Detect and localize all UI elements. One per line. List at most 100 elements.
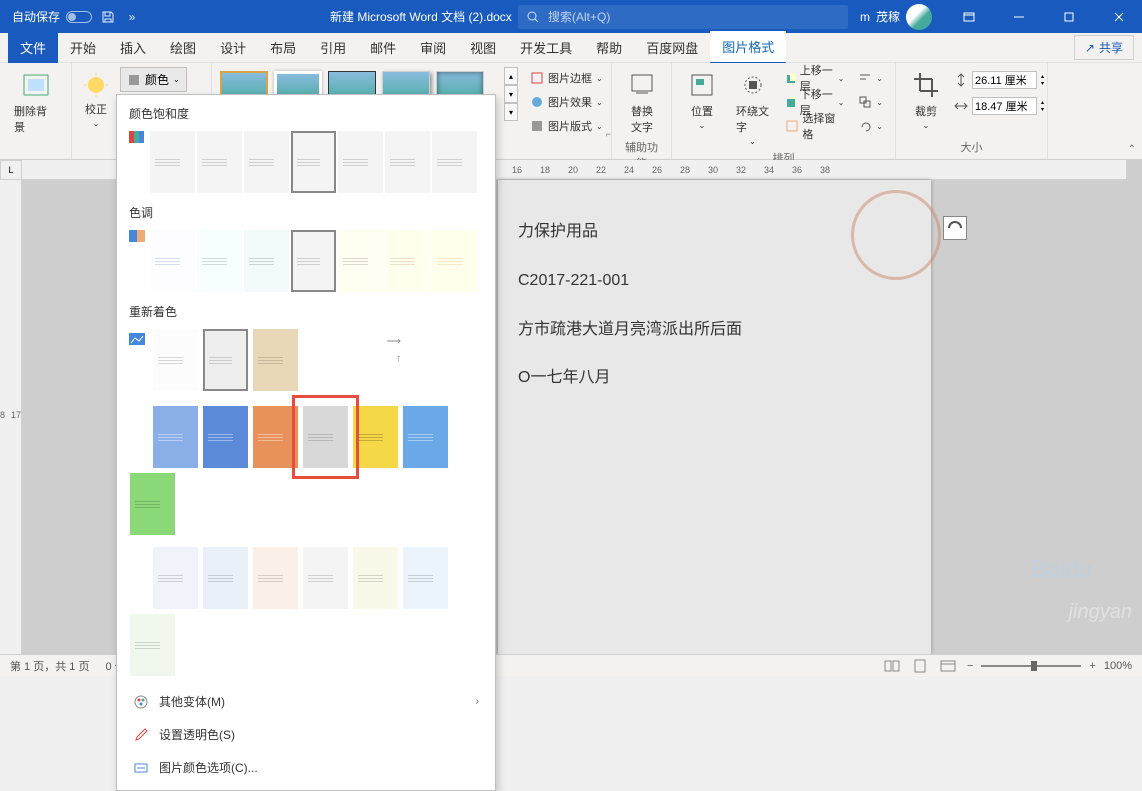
remove-background-button[interactable]: 删除背景 <box>8 67 63 137</box>
maximize-button[interactable] <box>1046 0 1092 33</box>
height-input[interactable] <box>972 71 1037 89</box>
corrections-button[interactable]: 校正 ⌄ <box>80 69 112 130</box>
recolor-option-highlighted[interactable] <box>303 406 348 468</box>
user-account[interactable]: m 茂稼 <box>850 4 942 30</box>
position-button[interactable]: 位置⌄ <box>680 67 724 132</box>
height-up[interactable]: ▴ <box>1041 73 1044 80</box>
menu-picture-format[interactable]: 图片格式 <box>710 31 786 65</box>
ruler-corner[interactable]: L <box>0 160 22 180</box>
recolor-option[interactable] <box>153 406 198 468</box>
close-button[interactable] <box>1096 0 1142 33</box>
ruler-vertical[interactable]: 171819202122232425262728293031323334 <box>0 180 22 654</box>
zoom-out-button[interactable]: − <box>967 660 973 672</box>
recolor-option[interactable] <box>130 614 175 676</box>
recolor-option[interactable] <box>353 547 398 609</box>
picture-layout-button[interactable]: 图片版式⌄ <box>526 115 607 137</box>
zoom-level[interactable]: 100% <box>1104 660 1132 672</box>
document-page[interactable]: 力保护用品 C2017-221-001 方市疏港大道月亮湾派出所后面 O一七年八… <box>498 180 931 654</box>
saturation-option[interactable] <box>385 131 430 193</box>
menu-home[interactable]: 开始 <box>58 32 108 63</box>
search-input[interactable] <box>548 10 840 24</box>
width-up[interactable]: ▴ <box>1041 99 1044 106</box>
zoom-slider[interactable] <box>981 665 1081 667</box>
recolor-option[interactable] <box>253 329 298 391</box>
view-print-layout[interactable] <box>911 658 931 674</box>
recolor-option[interactable] <box>203 406 248 468</box>
tone-option[interactable] <box>432 230 477 292</box>
tone-option-selected[interactable] <box>291 230 336 292</box>
recolor-option[interactable] <box>303 547 348 609</box>
recolor-option[interactable] <box>153 329 198 391</box>
tone-option[interactable] <box>150 230 195 292</box>
menu-developer[interactable]: 开发工具 <box>508 32 584 63</box>
recolor-option[interactable] <box>203 329 248 391</box>
transparent-color-menu-item[interactable]: 设置透明色(S) <box>117 718 495 751</box>
menu-file[interactable]: 文件 <box>8 32 58 63</box>
page-indicator[interactable]: 第 1 页，共 1 页 <box>10 658 89 674</box>
color-options-menu-item[interactable]: 图片颜色选项(C)... <box>117 751 495 784</box>
recolor-option[interactable] <box>153 547 198 609</box>
search-box[interactable] <box>518 5 848 29</box>
menu-references[interactable]: 引用 <box>308 32 358 63</box>
alt-text-button[interactable]: 替换 文字 <box>620 67 664 137</box>
gallery-scroll-down[interactable]: ▾ <box>504 85 518 103</box>
recolor-option[interactable] <box>403 406 448 468</box>
tone-option[interactable] <box>244 230 289 292</box>
menu-view[interactable]: 视图 <box>458 32 508 63</box>
recolor-option[interactable] <box>253 547 298 609</box>
saturation-option[interactable] <box>150 131 195 193</box>
menu-layout[interactable]: 布局 <box>258 32 308 63</box>
share-button[interactable]: ↗ 共享 <box>1074 35 1134 60</box>
height-down[interactable]: ▾ <box>1041 80 1044 87</box>
tone-option[interactable] <box>385 230 430 292</box>
gallery-expand[interactable]: ▾ <box>504 103 518 121</box>
width-down[interactable]: ▾ <box>1041 106 1044 113</box>
recolor-option[interactable] <box>253 406 298 468</box>
recolor-option[interactable] <box>403 547 448 609</box>
menu-help[interactable]: 帮助 <box>584 32 634 63</box>
saturation-option[interactable] <box>197 131 242 193</box>
color-dropdown-panel: 颜色饱和度 色调 重新着色 ⟶ ↑ <box>116 94 496 791</box>
autosave-toggle[interactable]: 自动保存 <box>12 8 92 25</box>
tone-option[interactable] <box>197 230 242 292</box>
color-dropdown-button[interactable]: 颜色 ⌄ <box>120 67 187 92</box>
menu-insert[interactable]: 插入 <box>108 32 158 63</box>
rotate-button[interactable]: ⌄ <box>854 115 887 137</box>
minimize-button[interactable] <box>996 0 1042 33</box>
view-read-mode[interactable] <box>883 658 903 674</box>
save-icon[interactable] <box>100 9 116 25</box>
ribbon-display-button[interactable] <box>946 0 992 33</box>
menu-review[interactable]: 审阅 <box>408 32 458 63</box>
menu-mailings[interactable]: 邮件 <box>358 32 408 63</box>
menu-baidu[interactable]: 百度网盘 <box>634 32 710 63</box>
zoom-in-button[interactable]: + <box>1089 660 1095 672</box>
picture-border-button[interactable]: 图片边框⌄ <box>526 67 607 89</box>
align-button[interactable]: ⌄ <box>854 67 887 89</box>
saturation-option[interactable] <box>338 131 383 193</box>
more-variants-menu-item[interactable]: 其他变体(M) › <box>117 685 495 718</box>
tone-option[interactable] <box>338 230 383 292</box>
more-icon[interactable]: » <box>124 9 140 25</box>
width-input[interactable] <box>972 97 1037 115</box>
picture-effects-button[interactable]: 图片效果⌄ <box>526 91 607 113</box>
menu-draw[interactable]: 绘图 <box>158 32 208 63</box>
recolor-option[interactable] <box>130 473 175 535</box>
gallery-scroll-up[interactable]: ▴ <box>504 67 518 85</box>
layout-options-icon[interactable] <box>943 216 967 240</box>
collapse-ribbon-icon[interactable]: ⌃ <box>1128 144 1136 155</box>
styles-launcher-icon[interactable]: ⌐ <box>606 129 611 139</box>
search-icon <box>526 10 540 24</box>
recolor-option[interactable] <box>353 406 398 468</box>
view-web-layout[interactable] <box>939 658 959 674</box>
saturation-option[interactable] <box>244 131 289 193</box>
wrap-text-button[interactable]: 环绕文 字⌄ <box>730 67 775 148</box>
saturation-option[interactable] <box>432 131 477 193</box>
tone-icon <box>129 229 145 245</box>
crop-button[interactable]: 裁剪⌄ <box>904 67 948 132</box>
toggle-switch-icon[interactable] <box>66 11 92 23</box>
recolor-option[interactable] <box>203 547 248 609</box>
group-button[interactable]: ⌄ <box>854 91 887 113</box>
saturation-option-selected[interactable] <box>291 131 336 193</box>
selection-pane-button[interactable]: 选择窗格 <box>781 115 848 137</box>
menu-design[interactable]: 设计 <box>208 32 258 63</box>
